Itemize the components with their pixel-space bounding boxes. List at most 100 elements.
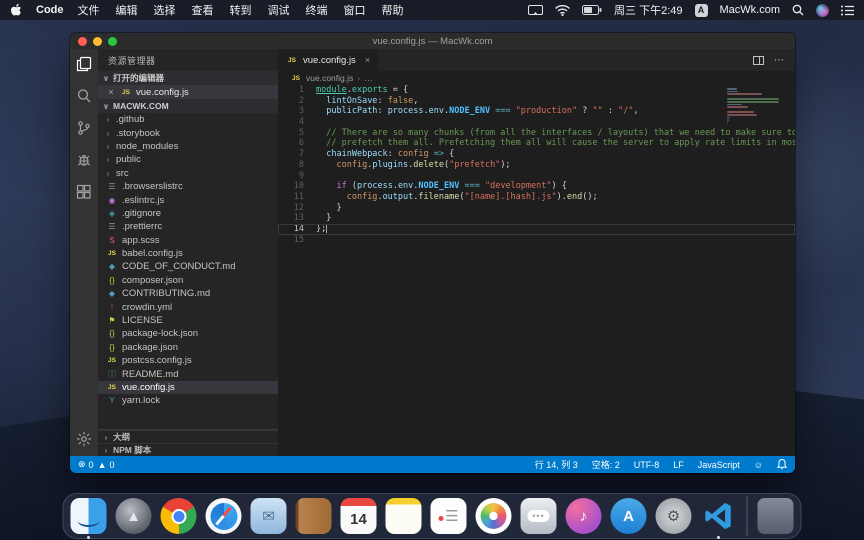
explorer-icon[interactable]	[75, 55, 93, 73]
menu-item[interactable]: 查看	[192, 2, 214, 18]
errors-status[interactable]: ⊗ 0	[78, 459, 94, 470]
code-editor[interactable]: 1module.exports = {2 lintOnSave: false,3…	[278, 85, 795, 456]
menu-item[interactable]: 文件	[78, 2, 100, 18]
tree-item[interactable]: ◆CONTRIBUTING.md	[98, 287, 278, 300]
minimap[interactable]	[727, 88, 785, 127]
tree-item[interactable]: ›.github	[98, 113, 278, 126]
statusbar-item[interactable]: UTF-8	[634, 460, 660, 470]
breadcrumb-symbol[interactable]: …	[364, 73, 373, 83]
tree-item[interactable]: Yyarn.lock	[98, 394, 278, 407]
open-editors-header[interactable]: ∨ 打开的编辑器	[98, 71, 278, 85]
tree-item[interactable]: ›src	[98, 167, 278, 180]
code-line[interactable]: 3 publicPath: process.env.NODE_ENV === "…	[278, 106, 795, 117]
display-mirroring-icon[interactable]	[528, 5, 543, 16]
more-actions-icon[interactable]: ⋯	[774, 55, 785, 66]
code-line[interactable]: 14};	[278, 224, 795, 235]
dock-app-safari[interactable]	[205, 497, 243, 535]
dock-app-calendar[interactable]: 14	[340, 497, 378, 535]
split-editor-icon[interactable]	[753, 56, 764, 65]
tree-item[interactable]: ⓘREADME.md	[98, 367, 278, 380]
spotlight-search-icon[interactable]	[792, 4, 804, 16]
debug-icon[interactable]	[75, 151, 93, 169]
wifi-icon[interactable]	[555, 5, 570, 16]
active-app-name[interactable]: Code	[36, 4, 64, 16]
code-line[interactable]: 4	[278, 117, 795, 128]
menu-item[interactable]: 帮助	[382, 2, 404, 18]
warnings-status[interactable]: ▲ 0	[98, 460, 115, 470]
notification-center-icon[interactable]	[841, 5, 854, 16]
apple-menu-icon[interactable]	[10, 3, 22, 17]
outline-section-header[interactable]: › 大纲	[98, 430, 278, 443]
code-line[interactable]: 1module.exports = {	[278, 85, 795, 96]
tree-item[interactable]: {}composer.json	[98, 274, 278, 287]
dock-app-mail[interactable]: ✉	[250, 497, 288, 535]
battery-icon[interactable]	[582, 5, 602, 15]
dock-app-finder[interactable]	[70, 497, 108, 535]
dock-app-launchpad[interactable]: ▲	[115, 497, 153, 535]
settings-gear-icon[interactable]	[75, 430, 93, 448]
dock-app-reminders[interactable]: ☰	[430, 497, 468, 535]
root-folder-header[interactable]: ∨ MACWK.COM	[98, 99, 278, 113]
npm-scripts-section-header[interactable]: › NPM 脚本	[98, 443, 278, 456]
tree-item[interactable]: !crowdin.yml	[98, 300, 278, 313]
tree-item[interactable]: JSvue.config.js	[98, 381, 278, 394]
dock-app-app-store[interactable]: A	[610, 497, 648, 535]
feedback-smiley-icon[interactable]: ☺	[754, 460, 763, 470]
tree-item[interactable]: ☰.browserslistrc	[98, 180, 278, 193]
dock-app-messages[interactable]: •••	[520, 497, 558, 535]
tab-vue-config-js[interactable]: JS vue.config.js ×	[278, 49, 378, 71]
menu-item[interactable]: 终端	[306, 2, 328, 18]
notifications-bell-icon[interactable]	[777, 459, 787, 470]
input-method-icon[interactable]: A	[695, 4, 708, 17]
menubar-account[interactable]: MacWk.com	[720, 4, 781, 16]
code-line[interactable]: 9	[278, 171, 795, 182]
window-titlebar[interactable]: vue.config.js — MacWk.com	[70, 33, 795, 49]
dock-app-chrome[interactable]	[160, 497, 198, 535]
dock-app-notes[interactable]	[385, 497, 423, 535]
tree-item[interactable]: JSpostcss.config.js	[98, 354, 278, 367]
tree-item[interactable]: ⚑LICENSE	[98, 314, 278, 327]
breadcrumb-file[interactable]: vue.config.js	[306, 73, 353, 83]
close-icon[interactable]: ×	[106, 87, 116, 97]
dock-app-itunes[interactable]: ♪	[565, 497, 603, 535]
tree-item[interactable]: ◉.eslintrc.js	[98, 193, 278, 206]
tree-item[interactable]: Sapp.scss	[98, 234, 278, 247]
code-line[interactable]: 5 // There are so many chunks (from all …	[278, 128, 795, 139]
menubar-clock[interactable]: 周三 下午2:49	[614, 2, 682, 18]
tree-item[interactable]: ›.storybook	[98, 126, 278, 139]
tree-item[interactable]: {}package.json	[98, 341, 278, 354]
code-line[interactable]: 7 chainWebpack: config => {	[278, 149, 795, 160]
dock-app-visual-studio-code[interactable]	[700, 497, 738, 535]
tree-item[interactable]: ›public	[98, 153, 278, 166]
statusbar-item[interactable]: JavaScript	[698, 460, 740, 470]
open-editor-item[interactable]: × JS vue.config.js	[98, 85, 278, 99]
code-line[interactable]: 8 config.plugins.delete("prefetch");	[278, 160, 795, 171]
statusbar-item[interactable]: 行 14, 列 3	[535, 458, 578, 471]
menu-item[interactable]: 选择	[154, 2, 176, 18]
close-tab-icon[interactable]: ×	[365, 55, 370, 65]
search-icon[interactable]	[75, 87, 93, 105]
dock-app-trash[interactable]	[757, 497, 795, 535]
tree-item[interactable]: ◈.gitignore	[98, 207, 278, 220]
code-line[interactable]: 13 }	[278, 213, 795, 224]
code-line[interactable]: 12 }	[278, 203, 795, 214]
tree-item[interactable]: ◆CODE_OF_CONDUCT.md	[98, 260, 278, 273]
code-line[interactable]: 15	[278, 235, 795, 246]
dock-app-contacts[interactable]	[295, 497, 333, 535]
menu-item[interactable]: 转到	[230, 2, 252, 18]
code-line[interactable]: 10 if (process.env.NODE_ENV === "develop…	[278, 181, 795, 192]
dock-app-photos[interactable]	[475, 497, 513, 535]
tree-item[interactable]: ›node_modules	[98, 140, 278, 153]
menu-item[interactable]: 调试	[268, 2, 290, 18]
tree-item[interactable]: {}package-lock.json	[98, 327, 278, 340]
breadcrumb[interactable]: JS vue.config.js › …	[278, 71, 795, 85]
menu-item[interactable]: 编辑	[116, 2, 138, 18]
source-control-icon[interactable]	[75, 119, 93, 137]
tree-item[interactable]: ☰.prettierrc	[98, 220, 278, 233]
siri-icon[interactable]	[816, 4, 829, 17]
code-line[interactable]: 2 lintOnSave: false,	[278, 96, 795, 107]
statusbar-item[interactable]: 空格: 2	[592, 458, 620, 471]
menu-item[interactable]: 窗口	[344, 2, 366, 18]
dock-app-system-preferences[interactable]: ⚙	[655, 497, 693, 535]
code-line[interactable]: 6 // prefetch them all. Prefetching them…	[278, 138, 795, 149]
